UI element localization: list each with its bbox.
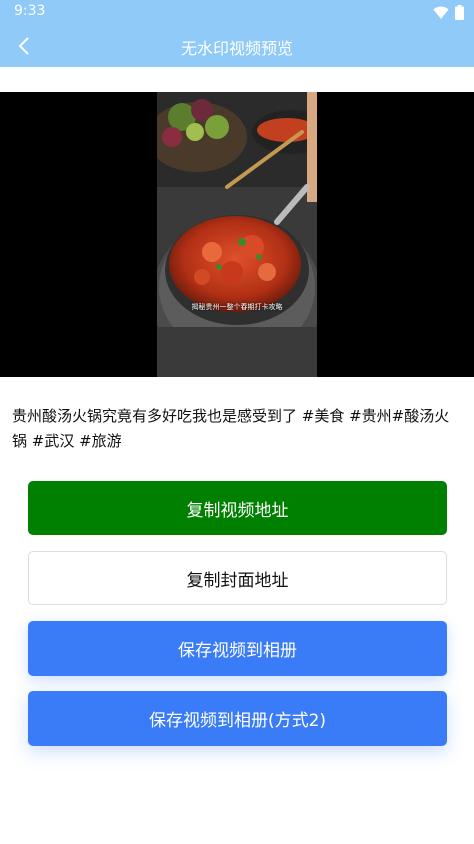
- video-subtitle: 揭秘贵州一整个春期打卡攻略: [191, 303, 283, 311]
- save-video-button[interactable]: 保存视频到相册: [28, 621, 447, 676]
- status-bar: 9:33: [0, 0, 474, 24]
- copy-cover-url-button[interactable]: 复制封面地址: [28, 551, 447, 605]
- save-video-alt-button[interactable]: 保存视频到相册(方式2): [28, 691, 447, 746]
- battery-icon: [455, 5, 464, 20]
- video-caption: 贵州酸汤火锅究竟有多好吃我也是感受到了 #美食 #贵州#酸汤火锅 #武汉 #旅游: [12, 407, 450, 450]
- copy-video-url-button[interactable]: 复制视频地址: [28, 481, 447, 535]
- app-bar: 无水印视频预览: [0, 24, 474, 67]
- wifi-icon: [433, 6, 449, 19]
- video-thumbnail: 揭秘贵州一整个春期打卡攻略: [157, 92, 317, 377]
- page-title: 无水印视频预览: [180, 39, 293, 58]
- status-time: 9:33: [14, 3, 46, 19]
- video-player[interactable]: 揭秘贵州一整个春期打卡攻略: [0, 92, 474, 377]
- status-icons: [433, 5, 464, 20]
